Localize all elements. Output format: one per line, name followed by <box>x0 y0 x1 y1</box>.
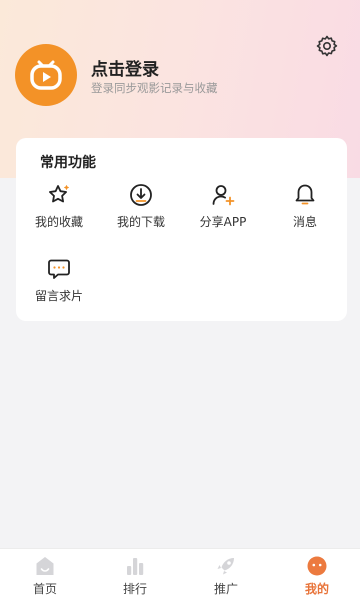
home-icon <box>36 557 54 575</box>
user-plus-icon <box>212 185 235 206</box>
func-share-app-label: 分享APP <box>199 215 247 229</box>
func-downloads[interactable]: 我的下载 <box>98 182 184 230</box>
func-downloads-label: 我的下载 <box>116 215 165 229</box>
login-subtitle: 登录同步观影记录与收藏 <box>91 81 218 95</box>
login-title[interactable]: 点击登录 <box>91 55 159 80</box>
app-logo[interactable] <box>15 44 77 106</box>
tab-home[interactable]: 首页 <box>10 555 80 597</box>
tab-promote[interactable]: 推广 <box>191 555 261 597</box>
func-messages-label: 消息 <box>292 215 317 229</box>
bar-chart-icon <box>127 558 144 575</box>
func-request-movie-label: 留言求片 <box>34 289 83 303</box>
func-messages[interactable]: 消息 <box>262 182 348 230</box>
bell-icon <box>295 184 315 205</box>
tv-play-logo-icon <box>30 60 62 90</box>
gear-icon[interactable] <box>315 34 339 58</box>
tab-promote-label: 推广 <box>213 582 238 596</box>
tab-mine[interactable]: 我的 <box>282 555 352 597</box>
star-icon <box>49 185 69 203</box>
tab-ranking[interactable]: 排行 <box>100 555 170 597</box>
bottom-tab-bar: 首页 排行 推广 我的 <box>0 548 360 601</box>
func-favorites[interactable]: 我的收藏 <box>16 182 102 230</box>
tab-ranking-label: 排行 <box>122 582 147 596</box>
func-share-app[interactable]: 分享APP <box>180 182 266 230</box>
func-request-movie[interactable]: 留言求片 <box>16 256 102 304</box>
tab-home-label: 首页 <box>32 582 57 596</box>
rocket-icon <box>217 558 234 575</box>
func-favorites-label: 我的收藏 <box>34 215 83 229</box>
common-functions-card: 常用功能 我的收藏 我的下载 分享APP 消息 留言求片 <box>16 138 347 321</box>
tab-mine-label: 我的 <box>304 582 329 596</box>
download-icon <box>130 184 152 206</box>
section-title: 常用功能 <box>40 155 96 171</box>
message-icon <box>48 259 70 279</box>
face-icon <box>307 556 327 576</box>
